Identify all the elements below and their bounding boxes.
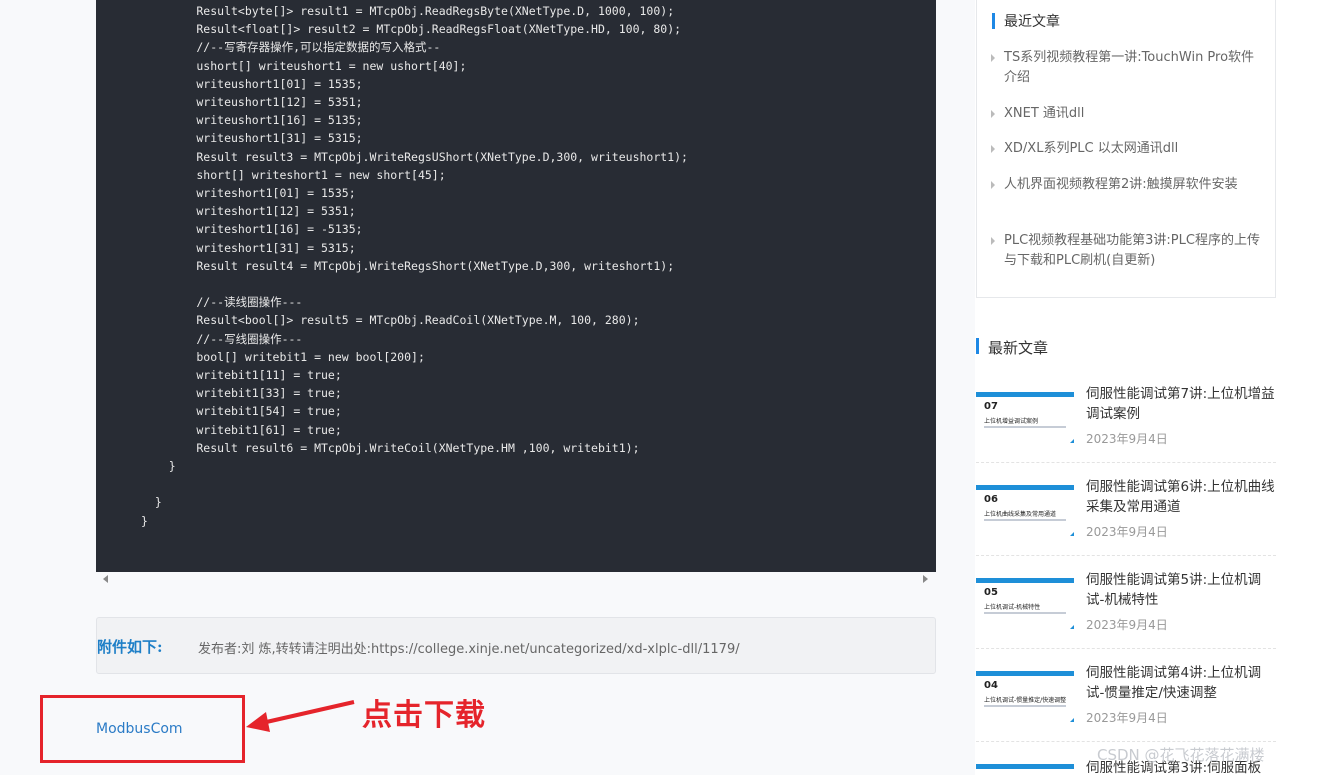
article-title-link[interactable]: 伺服性能调试第6讲:上位机曲线采集及常用通道 [1086,477,1276,517]
divider [976,741,1276,742]
thumbnail-subtitle-line [984,426,1066,428]
recent-articles-panel: 最近文章 TS系列视频教程第一讲:TouchWin Pro软件介绍 XNET 通… [976,0,1276,298]
scroll-left-icon[interactable] [103,575,108,583]
article-thumbnail[interactable]: 05 上位机调试-机械特性 [976,578,1074,637]
thumbnail-title: 上位机调试-机械特性 [984,604,1041,611]
recent-article-item[interactable]: PLC视频教程基础功能第3讲:PLC程序的上传与下载和PLC刷机(自更新) [991,231,1266,271]
code-line: writebit1[11] = true; [141,368,342,382]
article-thumbnail[interactable]: 04 上位机调试-惯量推定/快速调整 [976,671,1074,730]
recent-article-item[interactable]: XD/XL系列PLC 以太网通讯dll [991,139,1266,159]
code-line: short[] writeshort1 = new short[45]; [141,167,446,182]
article-thumbnail[interactable] [976,764,1074,775]
section-marker [992,13,995,29]
thumbnail-corner-mark [1070,718,1074,722]
code-line: writebit1[54] = true; [141,404,342,419]
thumbnail-subtitle-line [984,519,1066,521]
code-line: Result result4 = MTcpObj.WriteRegsShort(… [141,258,675,273]
scroll-right-icon[interactable] [923,575,928,583]
code-line: Result<byte[]> result1 = MTcpObj.ReadReg… [141,4,675,18]
code-line: //--读线圈操作--- [141,295,303,310]
annotation-arrow-icon [246,700,355,732]
code-line: writeushort1[12] = 5351; [141,95,363,109]
latest-article-item[interactable]: 06 上位机曲线采集及常用通道 伺服性能调试第6讲:上位机曲线采集及常用通道 2… [976,479,1276,565]
divider [976,462,1276,463]
thumbnail-title: 上位机增益调试案例 [984,418,1039,425]
code-line: writeushort1[16] = 5135; [141,113,363,128]
thumbnail-number: 06 [984,494,998,505]
section-marker [976,338,979,354]
attachment-bar: 附件如下: 发布者:刘 炼,转转请注明出处:https://college.xi… [96,617,936,674]
code-line: } [141,459,176,473]
bullet-icon [991,110,995,118]
bullet-icon [991,145,995,153]
article-title-link[interactable]: 伺服性能调试第5讲:上位机调试-机械特性 [1086,570,1276,610]
code-line: writeushort1[31] = 5315; [141,131,363,146]
thumbnail-number: 07 [984,401,998,412]
thumbnail-number: 04 [984,680,998,691]
code-line: writeshort1[31] = 5315; [141,240,356,255]
code-block: Result<byte[]> result1 = MTcpObj.ReadReg… [96,0,936,572]
code-line: } [141,513,148,528]
thumbnail-corner-mark [1070,532,1074,536]
article-date: 2023年9月4日 [1086,432,1168,446]
recent-article-item[interactable]: XNET 通讯dll [991,104,1266,124]
code-line: writeshort1[16] = -5135; [141,222,363,237]
article-date: 2023年9月4日 [1086,525,1168,539]
recent-articles-title: 最近文章 [1004,14,1060,30]
code-line: bool[] writebit1 = new bool[200]; [141,349,425,364]
code-line: //--写线圈操作--- [141,331,303,346]
bullet-icon [991,181,995,189]
article-date: 2023年9月4日 [1086,711,1168,725]
latest-articles-title: 最新文章 [988,339,1049,357]
thumbnail-corner-mark [1070,439,1074,443]
thumbnail-number: 05 [984,587,998,598]
bullet-icon [991,237,995,245]
thumbnail-title: 上位机曲线采集及常用通道 [984,511,1057,518]
divider [976,555,1276,556]
code-line: Result result6 = MTcpObj.WriteCoil(XNetT… [141,440,640,455]
article-title-link[interactable]: 伺服性能调试第7讲:上位机增益调试案例 [1086,384,1276,424]
code-line: writeshort1[01] = 1535; [141,186,356,200]
code-line: writeshort1[12] = 5351; [141,204,356,219]
thumbnail-subtitle-line [984,612,1066,614]
code-line: writeushort1[01] = 1535; [141,76,363,91]
code-line: Result<bool[]> result5 = MTcpObj.ReadCoi… [141,313,640,328]
code-line: ushort[] writeushort1 = new ushort[40]; [141,58,467,73]
recent-article-item[interactable]: 人机界面视频教程第2讲:触摸屏软件安装 [991,175,1266,195]
watermark: CSDN @花飞花落花满楼 [1097,746,1265,764]
code-line: Result result3 = MTcpObj.WriteRegsUShort… [141,149,688,164]
code-line: writebit1[33] = true; [141,386,342,401]
latest-article-item[interactable]: 07 上位机增益调试案例 伺服性能调试第7讲:上位机增益调试案例 2023年9月… [976,386,1276,472]
recent-article-item[interactable]: TS系列视频教程第一讲:TouchWin Pro软件介绍 [991,48,1266,88]
recent-article-link[interactable]: PLC视频教程基础功能第3讲:PLC程序的上传与下载和PLC刷机(自更新) [1004,233,1260,268]
latest-article-item[interactable]: 04 上位机调试-惯量推定/快速调整 伺服性能调试第4讲:上位机调试-惯量推定/… [976,665,1276,751]
code-line: Result<float[]> result2 = MTcpObj.ReadRe… [141,22,682,37]
code-line: writebit1[61] = true; [141,422,342,437]
publisher-info: 发布者:刘 炼,转转请注明出处:https://college.xinje.ne… [198,642,740,657]
code-horizontal-scrollbar[interactable] [96,572,936,586]
recent-article-link[interactable]: 人机界面视频教程第2讲:触摸屏软件安装 [1004,177,1238,192]
article-title-link[interactable]: 伺服性能调试第4讲:上位机调试-惯量推定/快速调整 [1086,663,1276,703]
code-line: } [141,495,162,510]
attachment-label: 附件如下: [97,638,163,656]
article-date: 2023年9月4日 [1086,618,1168,632]
recent-article-link[interactable]: XNET 通讯dll [1004,106,1084,121]
article-thumbnail[interactable]: 06 上位机曲线采集及常用通道 [976,485,1074,544]
recent-article-link[interactable]: XD/XL系列PLC 以太网通讯dll [1004,141,1178,156]
bullet-icon [991,54,995,62]
latest-article-item[interactable]: 伺服性能调试第3讲:伺服面板 [976,760,1276,776]
article-thumbnail[interactable]: 07 上位机增益调试案例 [976,392,1074,451]
thumbnail-subtitle-line [984,705,1066,707]
annotation-box [40,695,245,763]
latest-article-item[interactable]: 05 上位机调试-机械特性 伺服性能调试第5讲:上位机调试-机械特性 2023年… [976,572,1276,658]
code-line: //--写寄存器操作,可以指定数据的写入格式-- [141,40,441,55]
recent-article-link[interactable]: TS系列视频教程第一讲:TouchWin Pro软件介绍 [1004,50,1254,85]
thumbnail-title: 上位机调试-惯量推定/快速调整 [984,697,1067,704]
divider [976,648,1276,649]
thumbnail-corner-mark [1070,625,1074,629]
annotation-text: 点击下载 [362,698,486,733]
